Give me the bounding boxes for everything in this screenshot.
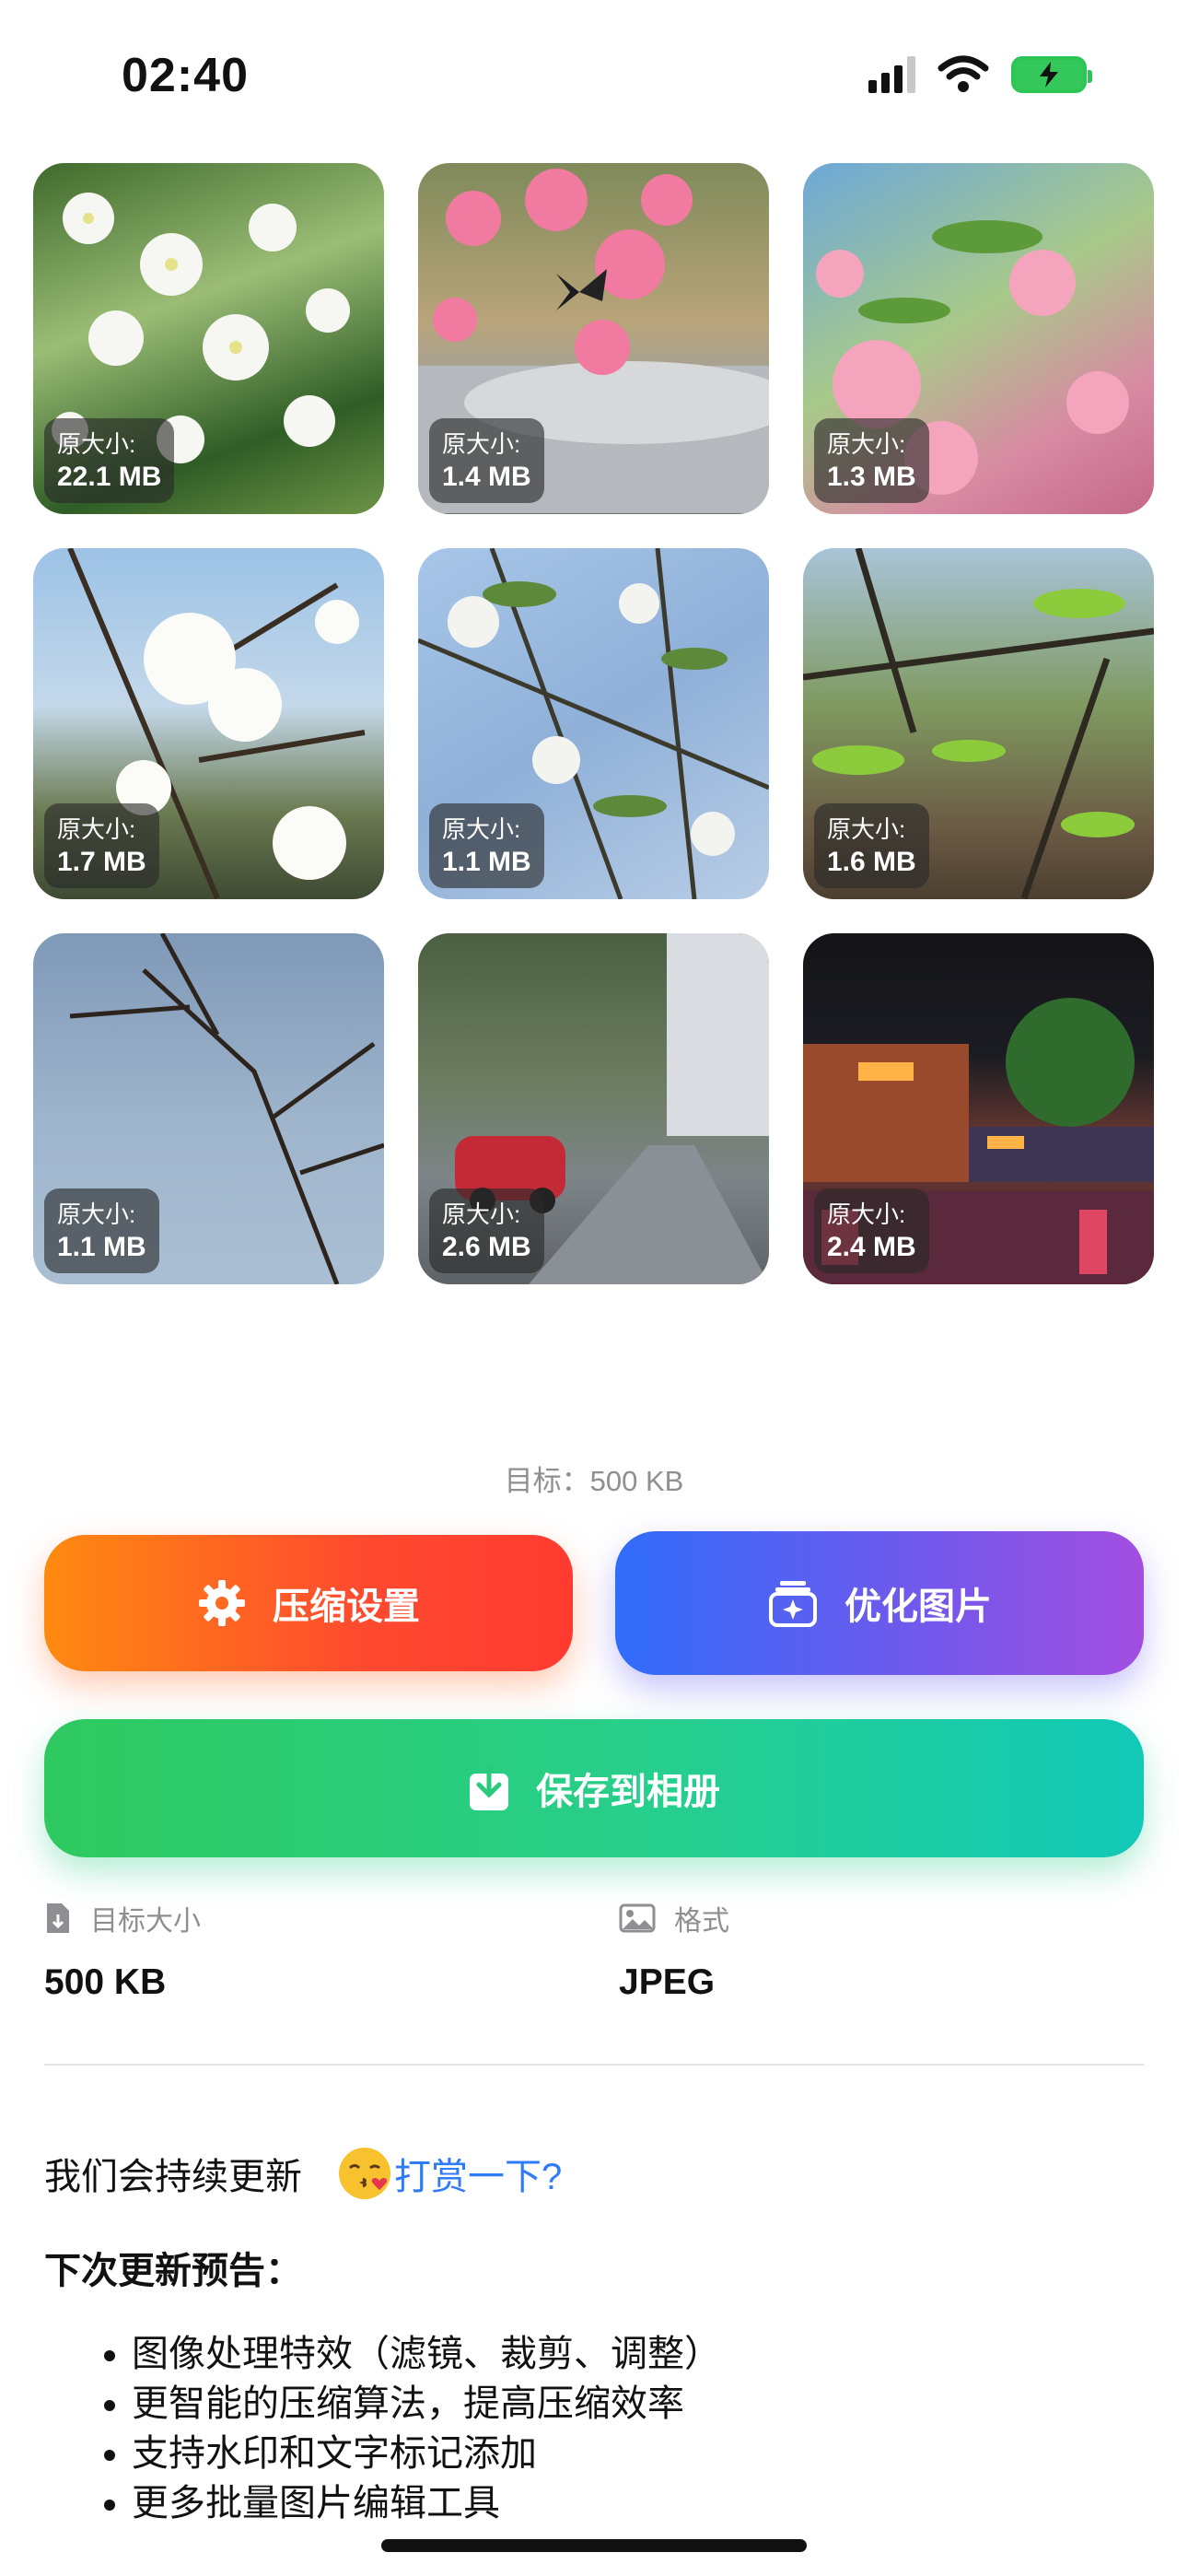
- photo-grid: 原大小: 22.1 MB 原大小: 1.4 MB 原大小: 1.3 MB 原大小: 1.…: [33, 163, 1155, 1284]
- save-to-album-label: 保存到相册: [536, 1772, 720, 1812]
- optimize-images-button[interactable]: 优化图片: [615, 1531, 1144, 1675]
- list-item: 支持水印和文字标记添加: [132, 2429, 721, 2478]
- photo-tile[interactable]: 原大小: 1.1 MB: [33, 933, 384, 1284]
- size-badge: 原大小: 1.4 MB: [429, 418, 544, 503]
- kissing-face-emoji-icon: [339, 2148, 390, 2199]
- cellular-signal-icon: [868, 56, 915, 93]
- photo-tile[interactable]: 原大小: 1.4 MB: [418, 163, 769, 514]
- target-size-value: 500 KB: [44, 1962, 167, 2002]
- size-badge: 原大小: 22.1 MB: [44, 418, 175, 503]
- size-badge: 原大小: 1.6 MB: [814, 803, 929, 888]
- document-download-icon: [47, 1903, 69, 1933]
- photo-stack-sparkle-icon: [769, 1581, 817, 1627]
- compress-settings-button[interactable]: 压缩设置: [44, 1535, 573, 1671]
- save-download-icon: [470, 1764, 508, 1810]
- status-icons: [868, 55, 1092, 94]
- size-badge: 原大小: 1.7 MB: [44, 803, 159, 888]
- size-badge: 原大小: 2.4 MB: [814, 1188, 929, 1273]
- battery-charging-icon: [1011, 56, 1092, 93]
- photo-icon: [619, 1903, 656, 1933]
- home-indicator[interactable]: [381, 2539, 807, 2552]
- optimize-images-label: 优化图片: [844, 1587, 992, 1627]
- gear-icon: [199, 1580, 245, 1626]
- list-item: 更多批量图片编辑工具: [132, 2478, 721, 2528]
- target-size-label: 目标大小: [90, 1906, 201, 1937]
- target-hint: 目标：500 KB: [504, 1465, 684, 1497]
- save-to-album-button[interactable]: 保存到相册: [44, 1719, 1144, 1857]
- divider: [44, 2064, 1144, 2066]
- status-time: 02:40: [122, 49, 249, 102]
- size-badge: 原大小: 1.3 MB: [814, 418, 929, 503]
- photo-tile[interactable]: 原大小: 1.1 MB: [418, 548, 769, 899]
- tip-link[interactable]: 打赏一下?: [394, 2147, 562, 2200]
- compress-settings-label: 压缩设置: [273, 1587, 420, 1627]
- list-item: 更智能的压缩算法，提高压缩效率: [132, 2379, 721, 2429]
- size-badge: 原大小: 2.6 MB: [429, 1188, 544, 1273]
- photo-tile[interactable]: 原大小: 22.1 MB: [33, 163, 384, 514]
- photo-tile[interactable]: 原大小: 1.3 MB: [803, 163, 1154, 514]
- photo-tile[interactable]: 原大小: 1.6 MB: [803, 548, 1154, 899]
- format-info: 格式 JPEG: [619, 1898, 729, 2003]
- wifi-icon: [938, 55, 989, 92]
- format-label: 格式: [674, 1906, 729, 1937]
- size-badge: 原大小: 1.1 MB: [429, 803, 544, 888]
- preview-list: 图像处理特效（滤镜、裁剪、调整） 更智能的压缩算法，提高压缩效率 支持水印和文字…: [44, 2329, 721, 2528]
- update-text: 我们会持续更新: [44, 2157, 302, 2197]
- photo-tile[interactable]: 原大小: 1.7 MB: [33, 548, 384, 899]
- photo-tile[interactable]: 原大小: 2.6 MB: [418, 933, 769, 1284]
- target-size-info: 目标大小 500 KB: [44, 1898, 201, 2003]
- update-notice: 我们会持续更新 打赏一下?: [44, 2147, 562, 2200]
- list-item: 图像处理特效（滤镜、裁剪、调整）: [132, 2329, 721, 2379]
- format-value: JPEG: [619, 1962, 716, 2002]
- photo-tile[interactable]: 原大小: 2.4 MB: [803, 933, 1154, 1284]
- size-badge: 原大小: 1.1 MB: [44, 1188, 159, 1273]
- preview-title: 下次更新预告：: [44, 2251, 302, 2291]
